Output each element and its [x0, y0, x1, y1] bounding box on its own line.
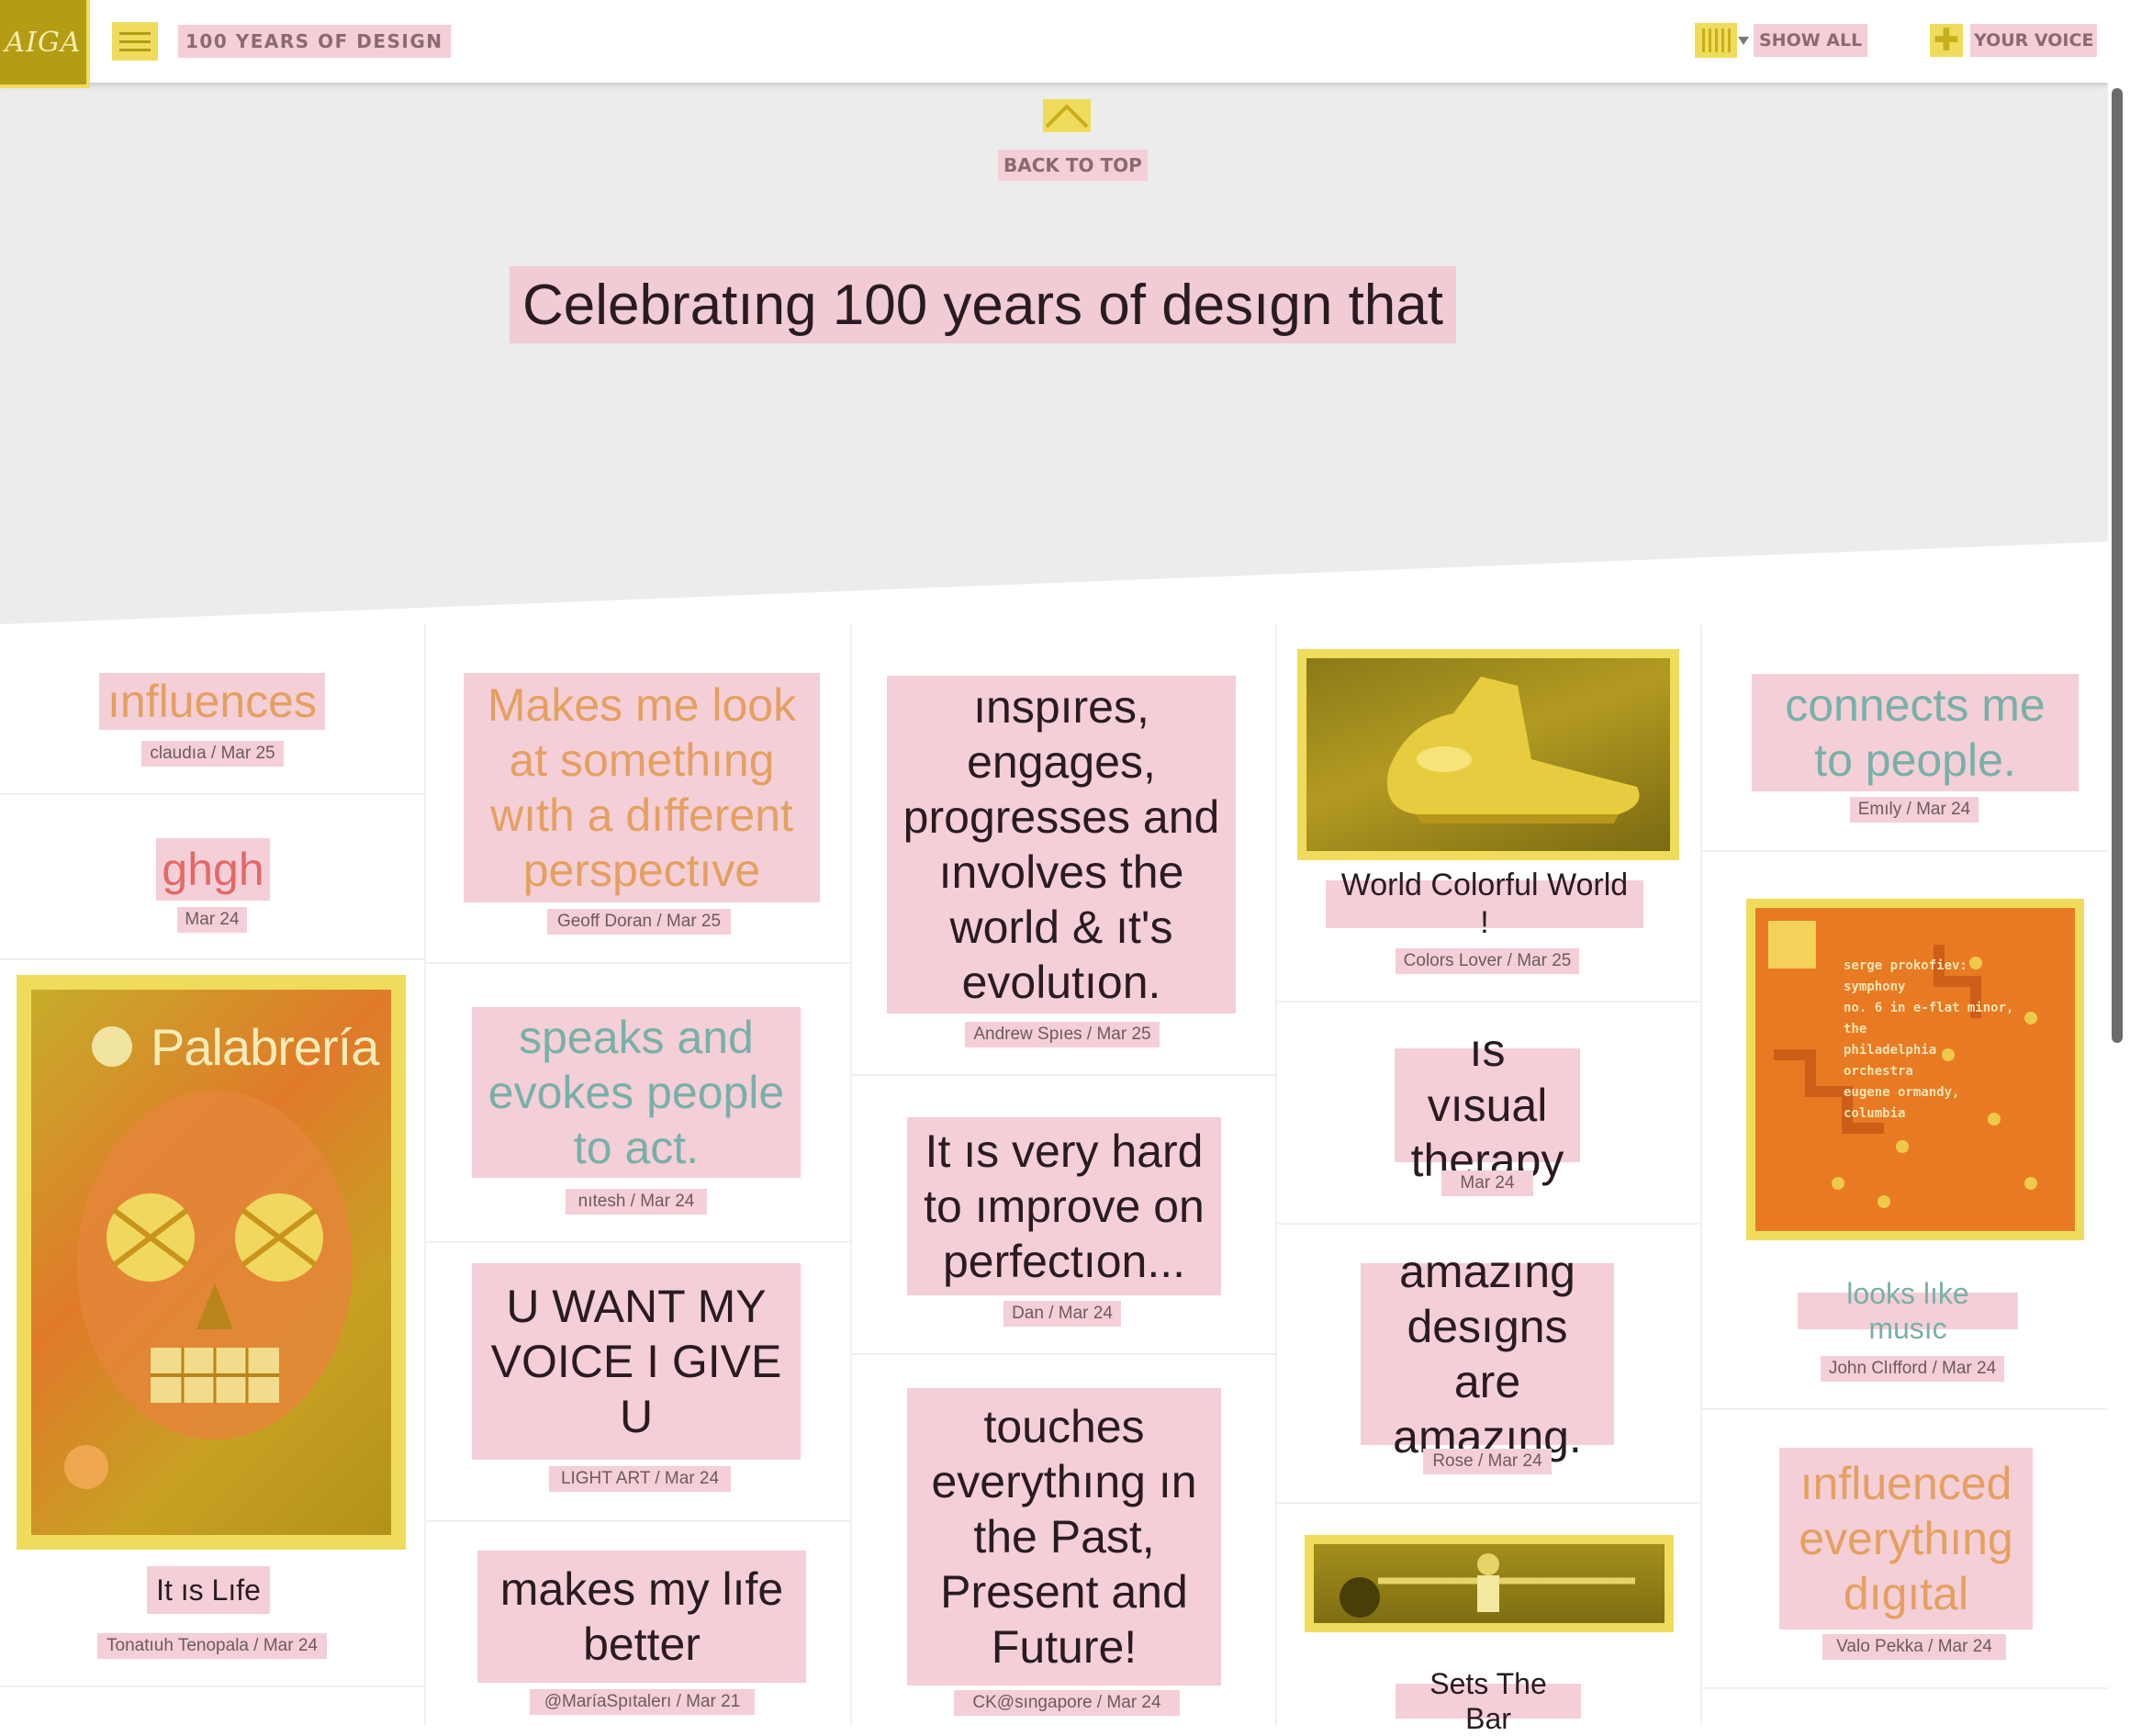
voice-card-quote[interactable]: ınspıres, engages, progresses and ınvolv…: [887, 676, 1236, 1014]
voice-card-caption[interactable]: It ıs Lıfe: [147, 1566, 270, 1614]
voice-card-meta: nıtesh / Mar 24: [566, 1189, 707, 1215]
voice-card-quote[interactable]: speaks and evokes people to act.: [472, 1007, 801, 1178]
row-divider: [1277, 1001, 1700, 1002]
voice-card-meta: Tonatıuh Tenopala / Mar 24: [97, 1633, 327, 1659]
plus-icon[interactable]: ✚: [1930, 24, 1963, 57]
voice-card-quote[interactable]: U WANT MY VOICE I GIVE U: [472, 1263, 801, 1460]
row-divider: [0, 793, 424, 795]
voice-card-quote[interactable]: connects me to people.: [1752, 674, 2079, 791]
voice-card-meta: Dan / Mar 24: [1003, 1301, 1121, 1327]
aiga-logo[interactable]: AIGA: [0, 0, 90, 88]
chevron-up-icon[interactable]: [1043, 99, 1091, 132]
album-cover-image[interactable]: serge prokofiev: symphony no. 6 in e-fla…: [1746, 899, 2084, 1240]
voice-card-caption[interactable]: looks lıke musıc: [1798, 1277, 2018, 1345]
voice-card-meta: Mar 24: [177, 907, 247, 933]
voice-card-meta: Andrew Spıes / Mar 25: [965, 1022, 1160, 1047]
voice-card-meta: John Clıfford / Mar 24: [1821, 1356, 2004, 1382]
voice-card-quote[interactable]: makes my lıfe better: [477, 1551, 806, 1683]
menu-icon[interactable]: [112, 22, 158, 61]
voice-card-quote[interactable]: amazıng desıgns are amazıng.: [1361, 1246, 1614, 1462]
site-title-link[interactable]: 100 YEARS OF DESIGN: [178, 25, 451, 58]
hero-headline: Celebratıng 100 years of desıgn that: [510, 266, 1456, 343]
column-divider: [424, 624, 426, 1726]
your-voice-button[interactable]: YOUR VOICE: [1970, 24, 2098, 57]
voice-card-meta: @MaríaSpıtalerı / Mar 21: [530, 1689, 755, 1715]
row-divider: [1702, 850, 2108, 852]
caret-down-icon[interactable]: [1738, 37, 1749, 45]
column-divider: [850, 624, 852, 1726]
golden-boot-image[interactable]: [1297, 649, 1679, 860]
row-divider: [426, 1520, 850, 1522]
voice-card-meta: LIGHT ART / Mar 24: [549, 1466, 731, 1492]
poster-title: Palabrería: [151, 1018, 379, 1076]
athlete-image[interactable]: [1305, 1535, 1674, 1632]
album-text: serge prokofiev: symphony no. 6 in e-fla…: [1844, 958, 2014, 1121]
voice-card-meta: Geoff Doran / Mar 25: [547, 909, 731, 935]
scrollbar-thumb[interactable]: [2112, 88, 2123, 1043]
voice-card-meta: Mar 24: [1441, 1170, 1533, 1196]
row-divider: [0, 1686, 424, 1687]
row-divider: [426, 962, 850, 964]
voice-card-quote[interactable]: ıs vısual therapy: [1395, 1025, 1580, 1186]
back-to-top-link[interactable]: BACK TO TOP: [998, 150, 1148, 181]
voice-card-caption[interactable]: World Colorful World !: [1326, 868, 1643, 940]
voice-card-quote[interactable]: ghgh: [156, 838, 270, 901]
voice-card-meta: Emıly / Mar 24: [1850, 797, 1979, 823]
row-divider: [1277, 1502, 1700, 1504]
row-divider: [426, 1241, 850, 1243]
voice-card-quote[interactable]: ınfluenced everythıng dıgıtal: [1779, 1448, 2033, 1630]
row-divider: [1277, 1223, 1700, 1225]
grid-view-icon[interactable]: [1695, 23, 1737, 58]
row-divider: [1702, 1408, 2108, 1410]
voice-card-meta: Rose / Mar 24: [1423, 1449, 1552, 1474]
voice-card-quote[interactable]: touches everythıng ın the Past, Present …: [907, 1388, 1221, 1686]
column-divider: [1275, 624, 1277, 1726]
top-bar: AIGA 100 YEARS OF DESIGN SHOW ALL ✚ YOUR…: [0, 0, 2108, 88]
voice-card-meta: Colors Lover / Mar 25: [1396, 948, 1579, 974]
row-divider: [852, 1074, 1275, 1076]
voice-card-caption[interactable]: Sets The Bar: [1396, 1667, 1581, 1735]
row-divider: [852, 1353, 1275, 1355]
show-all-button[interactable]: SHOW ALL: [1754, 24, 1868, 57]
row-divider: [1702, 1687, 2108, 1689]
voice-card-meta: claudıa / Mar 25: [141, 741, 284, 767]
voice-card-meta: CK@sıngapore / Mar 24: [954, 1690, 1180, 1716]
column-divider: [1700, 624, 1702, 1726]
voice-card-quote[interactable]: Makes me look at somethıng wıth a dıffer…: [464, 673, 820, 902]
voice-card-meta: Valo Pekka / Mar 24: [1822, 1634, 2006, 1660]
row-divider: [0, 958, 424, 960]
poster-image[interactable]: Palabrería: [17, 975, 406, 1550]
voice-card-quote[interactable]: It ıs very hard to ımprove on perfectıon…: [907, 1117, 1221, 1295]
voice-card-quote[interactable]: ınfluences: [99, 673, 325, 730]
